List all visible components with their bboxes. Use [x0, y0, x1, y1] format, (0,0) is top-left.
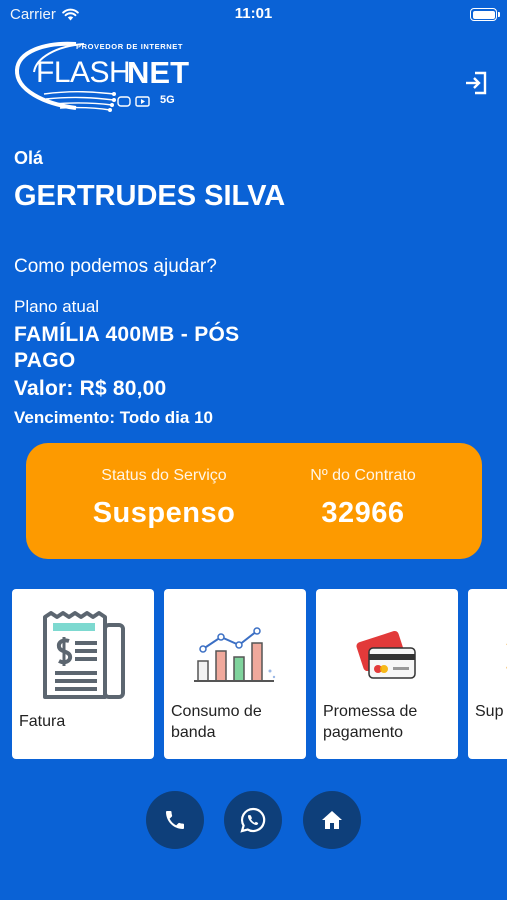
contract-number-value: 32966: [321, 497, 405, 529]
call-button[interactable]: [146, 791, 204, 849]
service-status-card: Status do Serviço Suspenso Nº do Contrat…: [26, 443, 482, 559]
contract-number-label: Nº do Contrato: [310, 467, 416, 484]
credit-card-icon: [356, 630, 416, 679]
brand-logo: PROVEDOR DE INTERNET FLASH NET 5G: [14, 38, 204, 118]
tile-label: Promessa de pagamento: [323, 703, 418, 741]
home-button[interactable]: [303, 791, 361, 849]
service-status-value: Suspenso: [92, 497, 236, 529]
logo-brand-net: NET: [127, 55, 189, 90]
logo-brand-flash: FLASH: [36, 56, 131, 89]
logo-5g-badge: 5G: [160, 94, 175, 106]
home-icon: [322, 811, 342, 829]
logo-tagline: PROVEDOR DE INTERNET: [76, 42, 184, 51]
tile-promessa-de-pagamento[interactable]: Promessa de pagamento: [316, 589, 458, 759]
greeting-hello: Olá: [14, 148, 44, 168]
battery-icon: [470, 8, 500, 21]
plan-label: Plano atual: [14, 297, 100, 316]
tile-label: Sup: [475, 703, 504, 720]
contract-number: Nº do Contrato 32966: [288, 467, 438, 530]
tile-suporte[interactable]: Sup: [468, 589, 507, 759]
logout-icon: [466, 71, 487, 95]
invoice-icon: [43, 611, 125, 699]
plan-value: Valor: R$ 80,00: [14, 377, 167, 400]
whatsapp-icon: [240, 807, 266, 833]
plan-name: FAMÍLIA 400MB - PÓS PAGO: [14, 323, 240, 372]
tile-label: Consumo de banda: [171, 703, 262, 741]
service-status: Status do Serviço Suspenso: [74, 467, 254, 530]
service-status-label: Status do Serviço: [101, 467, 227, 484]
tile-fatura[interactable]: Fatura: [12, 589, 154, 759]
user-name: GERTRUDES SILVA: [14, 180, 286, 212]
phone-icon: [166, 811, 184, 829]
tile-label: Fatura: [19, 713, 66, 730]
service-tiles: Fatura Consumo de banda Promessa de paga…: [0, 589, 507, 759]
support-icon: [506, 643, 507, 669]
plan-due-date: Vencimento: Todo dia 10: [14, 408, 213, 427]
help-prompt: Como podemos ajudar?: [14, 256, 217, 277]
whatsapp-button[interactable]: [224, 791, 282, 849]
tile-consumo-de-banda[interactable]: Consumo de banda: [164, 589, 306, 759]
status-time: 11:01: [234, 5, 273, 22]
status-bar: Carrier 11:01: [0, 0, 507, 30]
logout-button[interactable]: [463, 70, 489, 96]
bar-chart-icon: [194, 627, 276, 682]
